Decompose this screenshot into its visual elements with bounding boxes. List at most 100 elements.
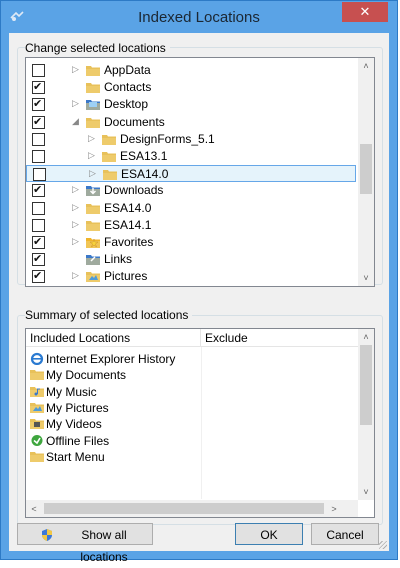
documents-folder-icon [30, 368, 44, 381]
folder-icon [103, 168, 117, 181]
tree-item-label: Documents [104, 114, 165, 129]
tree-item-checkbox[interactable] [32, 218, 45, 232]
included-location-label: Offline Files [46, 433, 110, 448]
scroll-left-arrow[interactable]: < [26, 501, 42, 517]
tree-item-checkbox[interactable] [32, 132, 45, 146]
summary-hscroll-thumb[interactable] [44, 503, 324, 514]
tree-item-label: ESA14.1 [104, 217, 152, 232]
summary-vertical-scrollbar[interactable]: ˄ ˅ [358, 329, 374, 500]
tree-item-checkbox[interactable] [32, 115, 45, 129]
expand-arrow-icon[interactable]: ▷ [72, 219, 79, 230]
locations-tree[interactable]: ▷ Pictures Links ▷ Favorites ▷ ESA14.1 ▷ ESA14.0… [25, 57, 375, 287]
summary-scrollbar-thumb[interactable] [360, 345, 372, 425]
close-icon: ✕ [359, 4, 371, 19]
tree-item[interactable]: ▷ Desktop [26, 96, 356, 113]
exclude-header[interactable]: Exclude [201, 329, 358, 347]
tree-item-checkbox[interactable] [32, 183, 45, 198]
tree-item-label: Favorites [104, 235, 154, 249]
offline-files-icon [30, 434, 44, 447]
indexed-locations-window: Indexed Locations ✕ Change selected loca… [0, 0, 398, 564]
folder-icon [30, 450, 44, 463]
tree-item[interactable]: ◢ Documents [26, 114, 356, 131]
tree-item[interactable]: ▷ DesignForms_5.1 [26, 131, 356, 148]
tree-item-checkbox[interactable] [32, 252, 45, 267]
tree-vertical-scrollbar[interactable]: ˄ ˅ [358, 58, 374, 286]
tree-item-checkbox[interactable] [32, 97, 45, 112]
expand-arrow-icon[interactable]: ▷ [72, 98, 79, 109]
scroll-right-arrow[interactable]: > [326, 501, 342, 517]
videos-folder-icon [30, 417, 44, 430]
documents-folder-icon [86, 116, 100, 128]
expand-arrow-icon[interactable]: ▷ [88, 133, 95, 144]
tree-item[interactable]: ▷ AppData [26, 62, 356, 79]
tree-item-checkbox[interactable] [33, 168, 46, 182]
contacts-folder-icon [86, 81, 100, 94]
tree-item-label: ESA14.0 [104, 200, 152, 215]
expand-arrow-icon[interactable]: ▷ [72, 236, 79, 247]
pictures-folder-icon [30, 401, 44, 414]
tree-item[interactable]: ▷ ESA13.1 [26, 148, 356, 165]
tree-item[interactable]: ▷ ESA14.0 [26, 200, 356, 217]
tree-item-checkbox[interactable] [32, 150, 45, 163]
links-folder-icon [86, 253, 100, 266]
expand-arrow-icon[interactable]: ▷ [72, 64, 79, 75]
music-folder-icon [30, 385, 44, 398]
tree-item[interactable]: ▷ Downloads [26, 182, 356, 199]
window-title: Indexed Locations [138, 9, 260, 26]
tree-item[interactable]: ▷ Favorites [26, 234, 356, 251]
expand-arrow-icon[interactable]: ▷ [88, 150, 95, 161]
included-location-item[interactable]: Offline Files [30, 433, 200, 449]
show-all-locations-label: Show all locations [80, 528, 128, 564]
included-location-label: Internet Explorer History [46, 352, 176, 366]
scroll-up-arrow[interactable]: ˄ [358, 58, 374, 74]
tree-item-label: ESA14.0 [121, 167, 169, 182]
included-locations-header[interactable]: Included Locations [26, 329, 201, 347]
folder-icon [86, 219, 100, 231]
included-location-item[interactable]: Start Menu [30, 449, 200, 465]
tree-item[interactable]: Contacts [26, 79, 356, 96]
title-bar[interactable]: Indexed Locations ✕ [1, 1, 397, 33]
ok-button[interactable]: OK [235, 523, 303, 545]
included-location-item[interactable]: My Music [30, 384, 200, 400]
expand-arrow-icon[interactable]: ▷ [72, 270, 79, 281]
summary-scroll-up-arrow[interactable]: ˄ [358, 329, 374, 345]
included-location-item[interactable]: My Videos [30, 416, 200, 432]
tree-item[interactable]: ▷ ESA14.0 [26, 165, 356, 183]
scrollbar-thumb[interactable] [360, 144, 372, 194]
expand-arrow-icon[interactable]: ▷ [72, 202, 79, 213]
included-location-item[interactable]: My Pictures [30, 400, 200, 416]
uac-shield-icon [42, 529, 52, 541]
close-button[interactable]: ✕ [342, 2, 388, 22]
favorites-folder-icon [86, 236, 100, 248]
tree-item-checkbox[interactable] [32, 235, 45, 249]
folder-icon [86, 202, 100, 214]
tree-item-checkbox[interactable] [32, 201, 45, 215]
tree-item-checkbox[interactable] [32, 64, 45, 77]
tree-item-checkbox[interactable] [32, 269, 45, 284]
tree-item-label: DesignForms_5.1 [120, 131, 215, 146]
change-locations-label: Change selected locations [25, 41, 170, 55]
tree-item[interactable]: Links [26, 251, 356, 268]
folder-icon [102, 150, 116, 162]
included-location-item[interactable]: My Documents [30, 367, 200, 383]
summary-horizontal-scrollbar[interactable]: < > [26, 500, 358, 517]
tree-item[interactable]: ▷ ESA14.1 [26, 217, 356, 234]
included-location-item[interactable]: Internet Explorer History [30, 351, 200, 367]
scroll-down-arrow[interactable]: ˅ [358, 270, 374, 286]
internet-explorer-icon [30, 352, 44, 366]
downloads-folder-icon [86, 184, 100, 197]
folder-icon [102, 133, 116, 145]
summary-label: Summary of selected locations [25, 308, 193, 322]
cancel-button[interactable]: Cancel [311, 523, 379, 545]
expand-arrow-icon[interactable]: ▷ [89, 168, 96, 179]
summary-list[interactable]: Included Locations Exclude Internet Expl… [25, 328, 375, 518]
desktop-folder-icon [86, 98, 100, 111]
resize-grip[interactable] [379, 541, 387, 549]
summary-scroll-down-arrow[interactable]: ˅ [358, 484, 374, 500]
show-all-locations-button[interactable]: Show all locations [17, 523, 153, 564]
expand-arrow-icon[interactable]: ▷ [72, 184, 79, 195]
included-location-label: My Pictures [46, 400, 109, 415]
collapse-arrow-icon[interactable]: ◢ [72, 116, 79, 127]
tree-item-checkbox[interactable] [32, 80, 45, 95]
tree-item[interactable]: ▷ Pictures [26, 268, 356, 285]
